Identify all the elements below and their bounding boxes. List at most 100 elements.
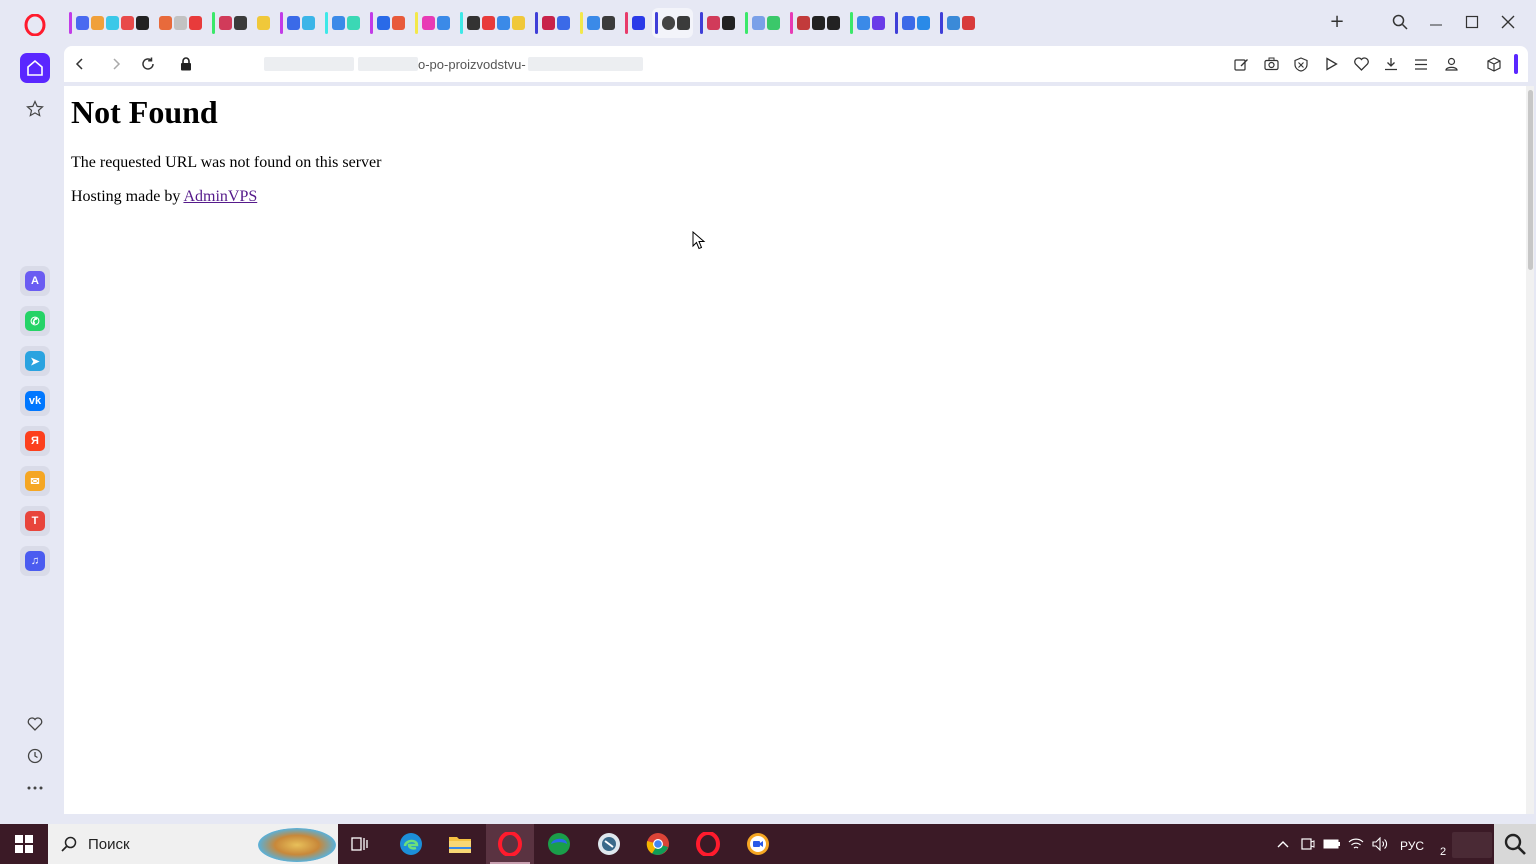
taskbar-globe-app[interactable]: [585, 824, 633, 864]
sidebar-history-button[interactable]: [20, 741, 50, 771]
tray-notification-button[interactable]: [1494, 824, 1536, 864]
download-icon: [1385, 58, 1397, 71]
sidebar-app-vk[interactable]: vk: [20, 386, 50, 416]
tab-group[interactable]: [277, 8, 318, 38]
tab-group[interactable]: [209, 8, 250, 38]
lock-icon: [181, 57, 191, 71]
tab-group[interactable]: [532, 8, 573, 38]
tab-favicon: [497, 16, 510, 30]
tab-favicon: [557, 16, 570, 30]
opera-menu-button[interactable]: [20, 10, 50, 40]
snapshot-button[interactable]: [1261, 54, 1281, 74]
sidebar-app-music[interactable]: ♫: [20, 546, 50, 576]
taskbar-edge-dev[interactable]: [535, 824, 583, 864]
sidebar-bookmarks-button[interactable]: [20, 709, 50, 739]
taskbar-opera-active[interactable]: [486, 824, 534, 864]
tab-favicon: [902, 16, 915, 30]
taskbar-opera-second[interactable]: [684, 824, 732, 864]
player-button[interactable]: [1321, 54, 1341, 74]
tab-group[interactable]: [66, 8, 152, 38]
tab-strip: [66, 8, 978, 38]
bookmark-page-button[interactable]: [1351, 54, 1371, 74]
hosting-credit: Hosting made by AdminVPS: [71, 188, 257, 206]
tab-search-button[interactable]: [1388, 10, 1412, 34]
tab-bar: +: [0, 0, 1536, 44]
tab-group[interactable]: [787, 8, 843, 38]
start-button[interactable]: [0, 824, 48, 864]
tab-group[interactable]: [412, 8, 453, 38]
downloads-button[interactable]: [1381, 54, 1401, 74]
profile-button[interactable]: [1441, 54, 1461, 74]
tab-group[interactable]: [622, 8, 648, 38]
tab-group[interactable]: [457, 8, 528, 38]
sidebar-toggle-accent[interactable]: [1514, 54, 1518, 74]
taskbar-edge[interactable]: [387, 824, 435, 864]
secure-lock[interactable]: [176, 54, 196, 74]
sidebar-app-whatsapp[interactable]: ✆: [20, 306, 50, 336]
close-button[interactable]: [1496, 10, 1520, 34]
taskbar-chrome[interactable]: [634, 824, 682, 864]
tray-overflow-button[interactable]: [1270, 840, 1296, 848]
easy-setup-button[interactable]: [1411, 54, 1431, 74]
extensions-button[interactable]: [1484, 54, 1504, 74]
tab-favicon: [872, 16, 885, 30]
tab-group[interactable]: [577, 8, 618, 38]
taskbar-file-explorer[interactable]: [436, 824, 484, 864]
reload-button[interactable]: [138, 54, 158, 74]
sidebar: A ✆ ➤ vk Я ✉ T ♫: [8, 44, 62, 814]
tab-favicon: [602, 16, 615, 30]
tab-group[interactable]: [937, 8, 978, 38]
page-scrollbar-thumb[interactable]: [1528, 90, 1533, 270]
tab-group[interactable]: [156, 8, 205, 38]
tray-volume[interactable]: [1368, 837, 1392, 851]
tab-favicon: [91, 16, 104, 30]
tab-group[interactable]: [847, 8, 888, 38]
task-view-icon: [351, 837, 368, 851]
tab-favicon: [857, 16, 870, 30]
url-field[interactable]: o-po-proizvodstvu-: [264, 55, 643, 73]
error-message: The requested URL was not found on this …: [71, 154, 382, 171]
task-view-button[interactable]: [336, 824, 384, 864]
sidebar-app-telegram[interactable]: ➤: [20, 346, 50, 376]
tab-favicon: [707, 16, 720, 30]
taskbar-camera-app[interactable]: [734, 824, 782, 864]
tab-group[interactable]: [254, 8, 273, 38]
tab-favicon: [467, 16, 480, 30]
speaker-icon: [1372, 837, 1387, 851]
sidebar-speed-dial-button[interactable]: [20, 94, 50, 124]
maximize-icon: [1465, 15, 1479, 29]
tab-group[interactable]: [742, 8, 783, 38]
tab-group-active[interactable]: [652, 8, 693, 38]
forward-button[interactable]: [106, 54, 126, 74]
minimize-button[interactable]: [1424, 10, 1448, 34]
translate-icon: T: [25, 511, 45, 531]
tray-meet-now[interactable]: [1296, 838, 1320, 850]
taskbar-search-box[interactable]: Поиск: [48, 824, 338, 864]
tray-language-button[interactable]: РУС: [1392, 835, 1432, 854]
tab-group[interactable]: [892, 8, 933, 38]
video-camera-icon: [747, 833, 769, 855]
adblock-button[interactable]: [1291, 54, 1311, 74]
tab-group[interactable]: [367, 8, 408, 38]
tab-group[interactable]: [697, 8, 738, 38]
sidebar-app-aria[interactable]: A: [20, 266, 50, 296]
sidebar-app-mail[interactable]: ✉: [20, 466, 50, 496]
tab-group[interactable]: [322, 8, 363, 38]
tray-wifi[interactable]: [1344, 837, 1368, 851]
camera-icon: [1263, 57, 1279, 71]
new-tab-button[interactable]: +: [1328, 12, 1346, 32]
sidebar-app-translate[interactable]: T: [20, 506, 50, 536]
back-button[interactable]: [70, 54, 90, 74]
sidebar-app-yandex[interactable]: Я: [20, 426, 50, 456]
maximize-button[interactable]: [1460, 10, 1484, 34]
clock-icon: [27, 748, 43, 764]
adminvps-link[interactable]: AdminVPS: [183, 188, 257, 205]
telegram-icon: ➤: [25, 351, 45, 371]
tab-favicon: [512, 16, 525, 30]
sidebar-home-button[interactable]: [20, 53, 50, 83]
snapshot-edit-button[interactable]: [1231, 54, 1251, 74]
tray-clock[interactable]: 2: [1432, 824, 1494, 864]
tray-battery[interactable]: [1320, 839, 1344, 849]
sidebar-more-button[interactable]: [20, 773, 50, 803]
tab-favicon: [542, 16, 555, 30]
